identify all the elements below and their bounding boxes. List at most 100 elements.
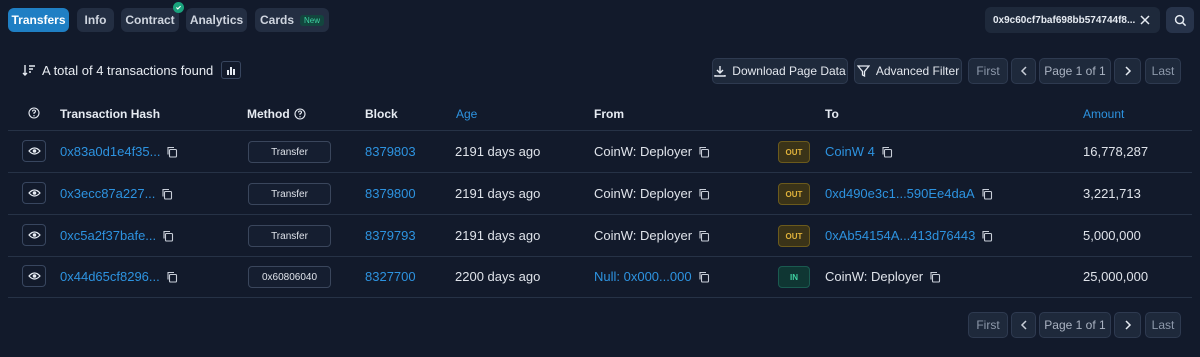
eye-icon[interactable] <box>22 182 46 204</box>
amount-value: 25,000,000 <box>1083 269 1149 284</box>
copy-icon[interactable] <box>166 146 178 158</box>
method-label: Transfer <box>271 146 308 158</box>
pager-last-label: Last <box>1151 64 1175 78</box>
block-number: 8327700 <box>365 269 416 284</box>
copy-icon[interactable] <box>881 146 893 158</box>
method-badge: Transfer <box>248 225 331 247</box>
copy-icon[interactable] <box>698 146 710 158</box>
tab-transfers[interactable]: Transfers <box>8 8 69 32</box>
tab-contract[interactable]: Contract <box>121 8 179 32</box>
column-block: Block <box>365 107 398 121</box>
copy-icon[interactable] <box>698 230 710 242</box>
copy-icon[interactable] <box>981 188 993 200</box>
tab-label: Contract <box>125 13 175 27</box>
pager-next-button[interactable] <box>1114 58 1141 84</box>
to-address[interactable]: 0xd490e3c1...590Ee4daA <box>825 186 975 201</box>
pager-prev-button-bottom[interactable] <box>1011 312 1036 338</box>
chevron-left-icon <box>1020 66 1027 76</box>
transaction-hash-link[interactable]: 0x44d65cf8296... <box>60 269 160 284</box>
pager-page-label: Page 1 of 1 <box>1044 318 1106 332</box>
amount-cell: 25,000,000 <box>1083 269 1148 284</box>
direction-badge: OUT <box>778 183 810 205</box>
pager-first-label: First <box>976 64 1000 78</box>
help-icon <box>294 108 306 120</box>
eye-icon[interactable] <box>22 140 46 162</box>
transaction-hash-link[interactable]: 0x83a0d1e4f35... <box>60 144 160 159</box>
pager-next-button-bottom[interactable] <box>1114 312 1141 338</box>
column-transaction-hash: Transaction Hash <box>60 107 161 121</box>
pager-last-button[interactable]: Last <box>1145 58 1181 84</box>
tab-label: Transfers <box>11 13 66 27</box>
copy-icon[interactable] <box>929 271 941 283</box>
amount-value: 16,778,287 <box>1083 144 1149 159</box>
amount-cell: 3,221,713 <box>1083 186 1141 201</box>
search-button[interactable] <box>1166 7 1194 33</box>
eye-icon[interactable] <box>22 265 46 287</box>
to-address[interactable]: CoinW 4 <box>825 144 875 159</box>
transaction-hash-link[interactable]: 0x3ecc87a227... <box>60 186 155 201</box>
tab-analytics[interactable]: Analytics <box>186 8 247 32</box>
block-link[interactable]: 8379803 <box>365 144 416 159</box>
pager-last-button-bottom[interactable]: Last <box>1145 312 1181 338</box>
column-age[interactable]: Age <box>456 107 477 121</box>
top-bar: Transfers Info Contract Analytics Cards N… <box>0 0 1200 42</box>
chevron-right-icon <box>1124 66 1131 76</box>
chart-icon[interactable] <box>221 61 242 79</box>
help-icon[interactable] <box>28 107 40 119</box>
method-badge: Transfer <box>248 141 331 163</box>
tab-label: Cards <box>259 13 294 27</box>
copy-icon[interactable] <box>166 271 178 283</box>
sort-icon <box>22 65 35 76</box>
copy-icon[interactable] <box>698 271 710 283</box>
from-address[interactable]: Null: 0x000...000 <box>594 269 692 284</box>
block-number: 8379800 <box>365 186 416 201</box>
pager-last-label: Last <box>1151 318 1175 332</box>
pager-prev-button[interactable] <box>1011 58 1036 84</box>
transaction-hash-link[interactable]: 0xc5a2f37bafe... <box>60 228 156 243</box>
address-value: 0x9c60cf7baf698bb574744f8... <box>993 14 1136 26</box>
pager-first-label: First <box>976 318 1000 332</box>
amount-value: 5,000,000 <box>1083 228 1141 243</box>
copy-icon[interactable] <box>162 230 174 242</box>
table-header: Transaction Hash Method Block Age From T… <box>8 97 1192 131</box>
direction-label: OUT <box>785 231 803 241</box>
to-address[interactable]: 0xAb54154A...413d76443 <box>825 228 975 243</box>
address-search-field[interactable]: 0x9c60cf7baf698bb574744f8... <box>985 7 1160 33</box>
amount-cell: 16,778,287 <box>1083 144 1148 159</box>
age-cell: 2191 days ago <box>455 186 540 201</box>
copy-icon[interactable] <box>161 188 173 200</box>
age-text: 2191 days ago <box>455 228 541 243</box>
pager-first-button-bottom[interactable]: First <box>968 312 1008 338</box>
from-address: CoinW: Deployer <box>594 144 693 159</box>
tab-info[interactable]: Info <box>77 8 114 32</box>
age-text: 2191 days ago <box>455 144 541 159</box>
block-link[interactable]: 8327700 <box>365 269 416 284</box>
direction-badge: OUT <box>778 225 810 247</box>
chevron-left-icon <box>1020 320 1027 330</box>
pager-first-button[interactable]: First <box>968 58 1008 84</box>
advanced-filter-button[interactable]: Advanced Filter <box>854 58 962 84</box>
eye-icon[interactable] <box>22 224 46 246</box>
age-text: 2191 days ago <box>455 186 541 201</box>
direction-label: OUT <box>785 147 803 157</box>
method-label: Transfer <box>271 188 308 200</box>
to-address: CoinW: Deployer <box>825 269 924 284</box>
download-label: Download Page Data <box>732 64 846 78</box>
download-page-data-button[interactable]: Download Page Data <box>712 58 848 84</box>
block-link[interactable]: 8379793 <box>365 228 416 243</box>
direction-label: IN <box>790 272 798 282</box>
table-row: 0x83a0d1e4f35... Transfer 8379803 2191 days… <box>8 131 1192 173</box>
column-method-label: Method <box>247 107 290 121</box>
summary-text: A total of 4 transactions found <box>42 62 214 78</box>
table-row: 0x3ecc87a227... Transfer 8379800 2191 days … <box>8 173 1192 215</box>
from-address: CoinW: Deployer <box>594 228 693 243</box>
chevron-right-icon <box>1124 320 1131 330</box>
tab-cards[interactable]: Cards New <box>255 8 329 32</box>
pager-page-indicator: Page 1 of 1 <box>1039 58 1111 84</box>
copy-icon[interactable] <box>981 230 993 242</box>
copy-icon[interactable] <box>698 188 710 200</box>
close-icon[interactable] <box>1136 11 1154 29</box>
block-link[interactable]: 8379800 <box>365 186 416 201</box>
column-amount[interactable]: Amount <box>1083 107 1124 121</box>
direction-badge: OUT <box>778 141 810 163</box>
